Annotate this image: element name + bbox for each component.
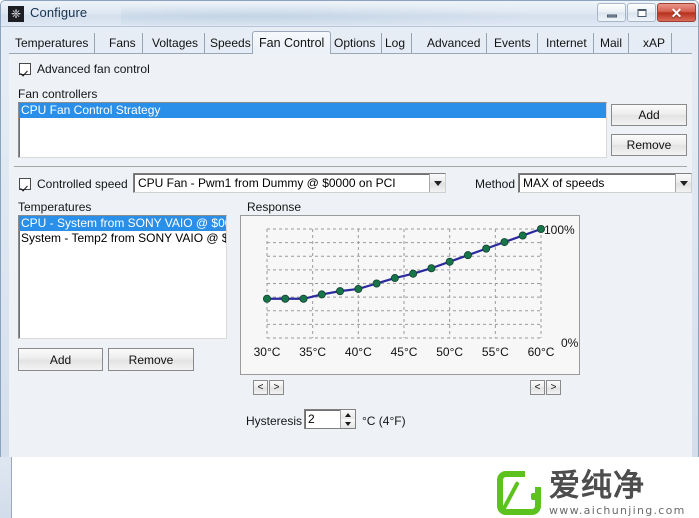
list-item[interactable]: CPU Fan Control Strategy	[19, 103, 606, 118]
tab-xap[interactable]: xAP	[637, 33, 672, 53]
chart-top-label: 100%	[544, 223, 575, 237]
tab-voltages[interactable]: Voltages	[146, 33, 205, 53]
watermark-url: www.aichunjing.com	[549, 504, 686, 517]
response-label: Response	[247, 200, 301, 214]
response-right-next-button[interactable]: >	[546, 380, 561, 395]
controlled-speed-combo[interactable]: CPU Fan - Pwm1 from Dummy @ $0000 on PCI	[133, 173, 446, 193]
chart-bottom-label: 0%	[561, 336, 579, 350]
tab-fans[interactable]: Fans	[103, 33, 143, 53]
titlebar-gloss	[121, 3, 541, 25]
temperatures-label: Temperatures	[18, 200, 91, 214]
method-combo[interactable]: MAX of speeds	[518, 173, 692, 193]
temperatures-listbox[interactable]: CPU - System from SONY VAIO @ $000 Syste…	[18, 215, 227, 339]
method-value: MAX of speeds	[519, 176, 675, 190]
minimize-button[interactable]	[597, 3, 626, 22]
tab-options[interactable]: Options	[328, 33, 382, 53]
response-left-next-button[interactable]: >	[269, 380, 284, 395]
svg-text:30°C: 30°C	[254, 345, 281, 359]
remove-controller-button[interactable]: Remove	[611, 134, 687, 156]
hysteresis-label: Hysteresis	[246, 414, 302, 428]
controlled-speed-checkbox[interactable]	[19, 178, 31, 190]
svg-text:50°C: 50°C	[436, 345, 463, 359]
tab-log[interactable]: Log	[379, 33, 412, 53]
watermark-text-block: 爱纯净 www.aichunjing.com	[549, 470, 686, 517]
response-right-prev-button[interactable]: <	[530, 380, 545, 395]
svg-text:35°C: 35°C	[299, 345, 326, 359]
chevron-down-icon[interactable]	[675, 174, 691, 192]
tab-temperatures[interactable]: Temperatures	[9, 33, 95, 53]
close-button[interactable]: ✕	[657, 3, 696, 22]
chart-gridlines	[267, 229, 541, 338]
remove-temperature-button[interactable]: Remove	[108, 348, 194, 371]
hysteresis-increment-button[interactable]	[340, 410, 355, 419]
tab-fan-control[interactable]: Fan Control	[252, 31, 331, 54]
configure-window: ❈ Configure ✕ Temperatures Fans Voltages…	[0, 0, 699, 518]
tab-internet[interactable]: Internet	[540, 33, 594, 53]
section-divider	[14, 166, 687, 168]
window-left-edge	[0, 457, 12, 518]
chevron-down-icon[interactable]	[429, 174, 445, 192]
app-icon: ❈	[8, 6, 24, 22]
maximize-icon	[637, 9, 646, 17]
fan-controllers-label: Fan controllers	[18, 87, 97, 101]
list-item[interactable]: System - Temp2 from SONY VAIO @ $0	[19, 231, 226, 246]
controlled-speed-label: Controlled speed	[37, 177, 128, 191]
list-item[interactable]: CPU - System from SONY VAIO @ $000	[19, 216, 226, 231]
chart-line	[267, 229, 541, 299]
svg-text:45°C: 45°C	[391, 345, 418, 359]
add-temperature-button[interactable]: Add	[18, 348, 103, 371]
hysteresis-stepper-buttons[interactable]	[340, 410, 355, 428]
hysteresis-decrement-button[interactable]	[340, 419, 355, 428]
svg-text:40°C: 40°C	[345, 345, 372, 359]
minimize-icon	[607, 14, 617, 17]
advanced-fan-control-checkbox[interactable]	[19, 63, 31, 75]
svg-text:55°C: 55°C	[482, 345, 509, 359]
response-chart[interactable]: 30°C 35°C 40°C 45°C 50°C 55°C 60°C 100% 0%	[240, 215, 580, 375]
response-plot-svg: 30°C 35°C 40°C 45°C 50°C 55°C 60°C 100% 0%	[241, 216, 581, 376]
site-watermark: 爱纯净 www.aichunjing.com	[497, 468, 697, 518]
tab-advanced[interactable]: Advanced	[421, 33, 487, 53]
tab-strip: Temperatures Fans Voltages Speeds Fan Co…	[9, 31, 692, 53]
title-bar: ❈ Configure ✕	[1, 1, 698, 27]
controlled-speed-value: CPU Fan - Pwm1 from Dummy @ $0000 on PCI	[134, 176, 429, 190]
fan-control-panel: Advanced fan control Fan controllers CPU…	[9, 54, 692, 458]
tab-mail[interactable]: Mail	[594, 33, 629, 53]
hysteresis-value: 2	[305, 412, 340, 426]
chart-x-tick-labels: 30°C 35°C 40°C 45°C 50°C 55°C 60°C	[254, 345, 555, 359]
tab-speeds[interactable]: Speeds	[204, 33, 258, 53]
method-label: Method	[475, 177, 515, 191]
hysteresis-stepper[interactable]: 2	[304, 409, 356, 429]
logo-icon	[497, 471, 541, 515]
hysteresis-unit: °C (4°F)	[362, 414, 406, 428]
tab-events[interactable]: Events	[488, 33, 538, 53]
fan-controllers-listbox[interactable]: CPU Fan Control Strategy	[18, 102, 607, 158]
response-left-prev-button[interactable]: <	[253, 380, 268, 395]
close-icon: ✕	[671, 6, 683, 20]
add-controller-button[interactable]: Add	[611, 104, 687, 126]
advanced-fan-control-label: Advanced fan control	[37, 62, 150, 76]
watermark-name: 爱纯净	[549, 470, 686, 503]
maximize-button[interactable]	[627, 3, 656, 22]
window-title: Configure	[30, 5, 87, 20]
svg-text:60°C: 60°C	[528, 345, 555, 359]
